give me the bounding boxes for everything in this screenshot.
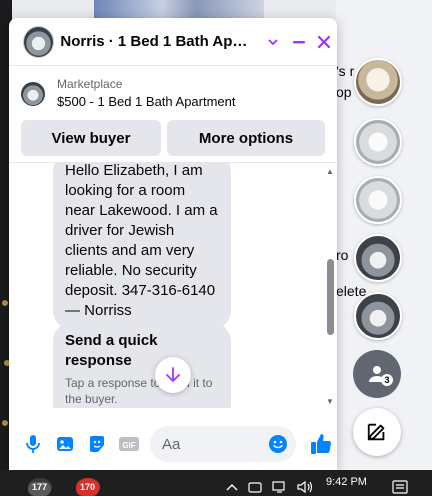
thumbs-up-icon [311,434,332,454]
quick-response-description: Tap a response to send it to the buyer. [65,376,213,406]
scroll-to-bottom-button[interactable] [155,357,191,393]
people-button[interactable]: 3 [353,350,401,398]
emoji-icon[interactable] [268,434,288,454]
taskbar: 177 170 9:42 PM [0,470,432,496]
notification-badge: 170 [76,482,100,496]
compose-icon [367,423,385,441]
message-scrollbar[interactable]: ▲ ▼ [323,163,337,408]
bg-text-fragment: op [336,84,352,100]
new-message-button[interactable] [353,408,401,456]
chevron-down-icon [268,38,278,45]
sticker-button[interactable] [83,430,111,458]
chat-title[interactable]: Norris · 1 Bed 1 Bath Apart... [60,33,252,50]
minimize-icon [292,40,305,43]
contact-avatar[interactable] [23,25,55,58]
chat-head-avatar[interactable] [354,234,402,282]
message-input-placeholder: Aa [162,435,181,453]
people-count-badge: 3 [381,374,393,386]
listing-title[interactable]: $500 - 1 Bed 1 Bath Apartment [57,92,236,112]
chat-window: Norris · 1 Bed 1 Bath Apart... Marketpla… [9,18,337,470]
scroll-down-arrow-icon[interactable]: ▼ [326,397,334,406]
photo-icon [57,437,73,451]
quick-response-title: Send a quick response [65,332,158,369]
chevron-up-icon[interactable] [226,482,238,492]
attach-image-button[interactable] [51,430,79,458]
chat-header: Norris · 1 Bed 1 Bath Apart... [9,18,337,66]
notification-badge: 177 [28,482,52,496]
clock-time[interactable]: 9:42 PM [326,476,367,488]
sticker-icon [90,436,104,452]
camera-icon[interactable] [248,480,262,494]
close-icon [318,35,331,48]
notifications-icon[interactable] [392,480,408,494]
incoming-message: Hello Elizabeth, I am looking for a room… [53,163,231,329]
message-list: Hello Elizabeth, I am looking for a room… [9,162,337,408]
marketplace-listing-card: Marketplace $500 - 1 Bed 1 Bath Apartmen… [9,66,337,164]
arrow-down-icon [166,367,180,383]
svg-text:GIF: GIF [122,441,135,450]
marketplace-label: Marketplace [57,77,123,91]
options-button[interactable] [261,29,286,55]
bg-text-fragment: ro [336,247,349,263]
listing-thumbnail [21,82,45,106]
voice-clip-button[interactable] [19,430,47,458]
chat-head-avatar[interactable] [354,176,402,224]
chat-head-avatar[interactable] [354,118,402,166]
scroll-thumb[interactable] [327,259,334,335]
microphone-icon [26,435,40,453]
minimize-button[interactable] [286,29,311,55]
view-buyer-button[interactable]: View buyer [21,120,161,156]
bg-text-fragment: 's r [336,63,355,79]
message-composer: GIF Aa [9,422,337,466]
volume-icon[interactable] [296,480,314,494]
gif-button[interactable]: GIF [115,430,143,458]
chat-head-avatar[interactable] [354,292,402,340]
gif-icon: GIF [119,437,139,451]
chat-head-avatar[interactable] [354,58,402,106]
quick-response-card[interactable]: Send a quick response Tap a response to … [53,323,231,408]
close-button[interactable] [312,29,337,55]
background-image-card [94,0,264,20]
scroll-up-arrow-icon[interactable]: ▲ [326,167,334,176]
message-input[interactable]: Aa [150,426,296,462]
more-options-button[interactable]: More options [167,120,325,156]
like-button[interactable] [307,430,335,458]
network-icon[interactable] [272,480,288,494]
